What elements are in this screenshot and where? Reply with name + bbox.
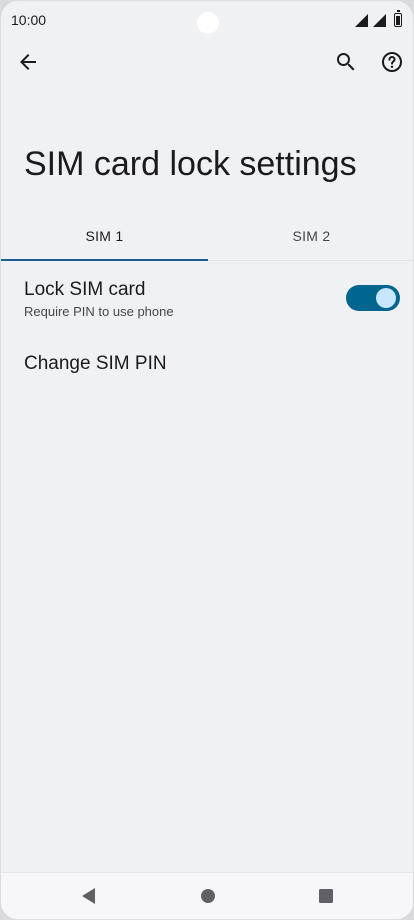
toggle-thumb [376, 288, 396, 308]
camera-cutout [197, 12, 219, 34]
lock-sim-card-summary: Require PIN to use phone [24, 304, 174, 319]
tab-sim-1[interactable]: SIM 1 [1, 211, 208, 261]
status-time: 10:00 [11, 12, 47, 28]
tab-sim-2[interactable]: SIM 2 [208, 211, 413, 261]
sim-tabs: SIM 1 SIM 2 [1, 211, 413, 261]
nav-home-button[interactable] [194, 882, 222, 910]
signal-icon [373, 14, 386, 27]
nav-recents-icon [319, 889, 333, 903]
phone-screen: 10:00 SIM card lock settings SIM 1 SIM 2… [0, 0, 414, 920]
page-title: SIM card lock settings [24, 145, 357, 183]
change-sim-pin-row[interactable]: Change SIM PIN [1, 337, 413, 393]
signal-icon [355, 14, 368, 27]
lock-sim-card-row[interactable]: Lock SIM card Require PIN to use phone [1, 269, 413, 331]
search-icon [337, 53, 355, 71]
nav-recents-button[interactable] [312, 882, 340, 910]
search-button[interactable] [326, 42, 366, 82]
tab-indicator [1, 259, 208, 261]
lock-sim-card-title: Lock SIM card [24, 279, 146, 300]
nav-back-button[interactable] [75, 882, 103, 910]
nav-home-icon [201, 889, 215, 903]
help-button[interactable] [372, 42, 412, 82]
navigation-bar [1, 872, 413, 919]
back-button[interactable] [8, 42, 48, 82]
battery-icon [394, 10, 402, 27]
status-icons [355, 10, 402, 27]
status-bar: 10:00 [1, 1, 413, 39]
arrow-left-icon [20, 54, 36, 70]
nav-back-icon [82, 888, 95, 904]
help-circle-icon [382, 52, 402, 72]
top-app-bar [1, 39, 413, 85]
lock-sim-card-toggle[interactable] [346, 285, 400, 311]
change-sim-pin-title: Change SIM PIN [24, 353, 167, 374]
